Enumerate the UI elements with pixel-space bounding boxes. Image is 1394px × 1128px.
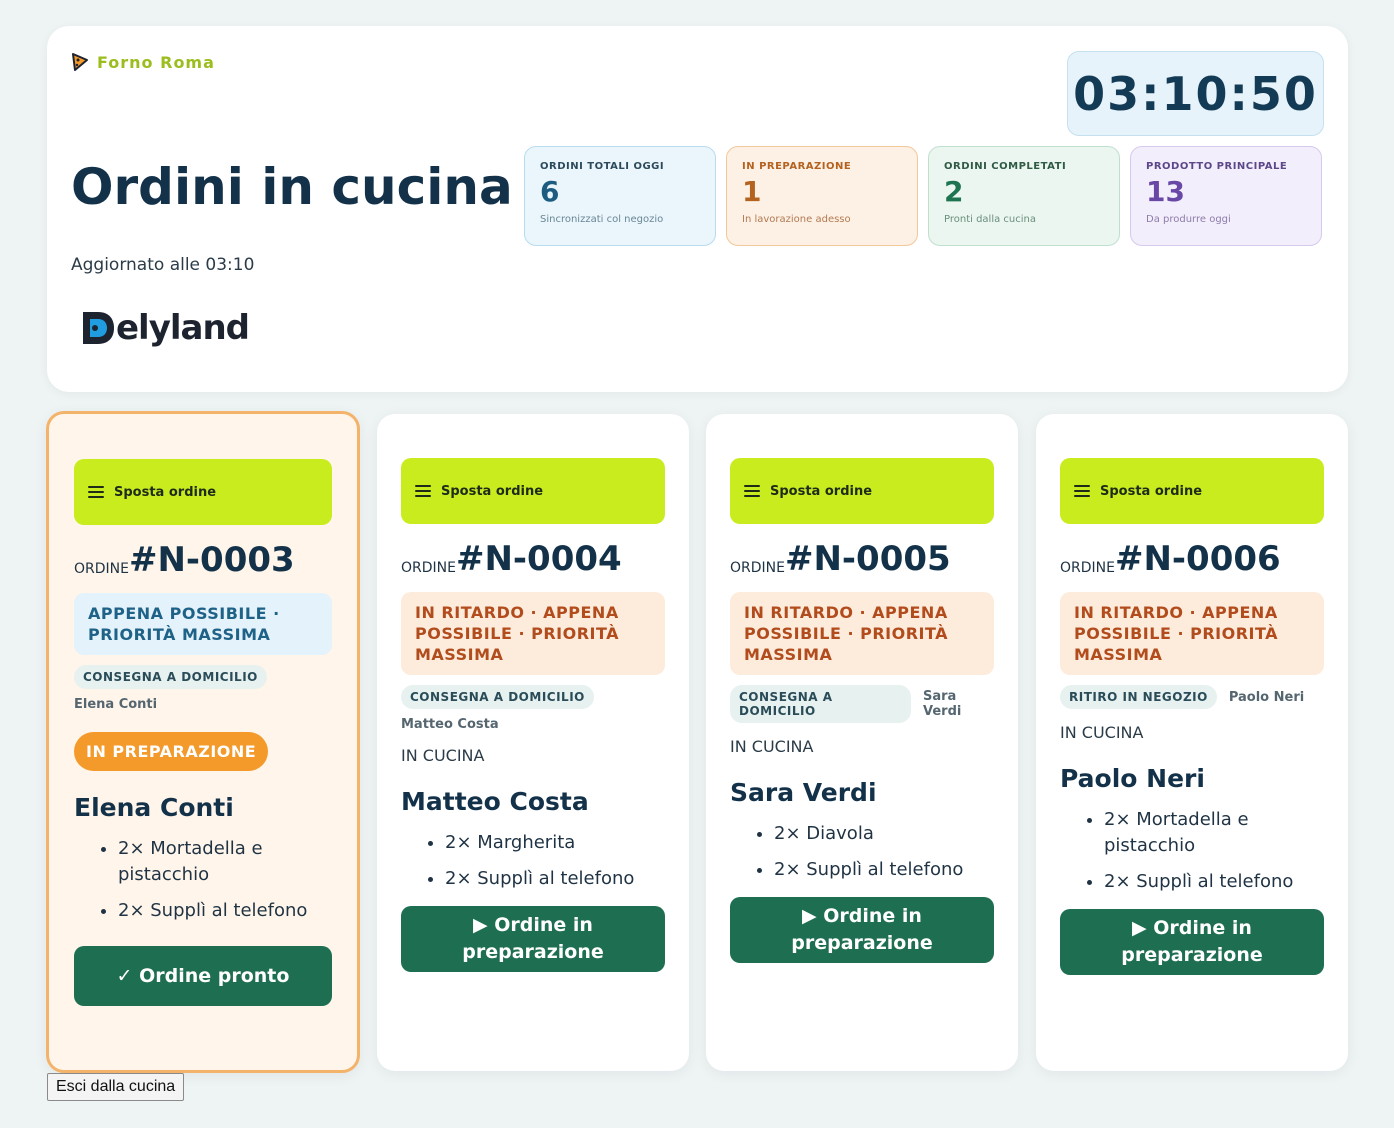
order-card-n0005: Sposta ordine ORDINE #N-0005 IN RITARDO … xyxy=(706,414,1018,1071)
move-order-button[interactable]: Sposta ordine xyxy=(74,459,332,525)
last-updated: Aggiornato alle 03:10 xyxy=(71,255,255,275)
list-item: 2× Supplì al telefono xyxy=(1104,869,1324,895)
stat-total-orders: ORDINI TOTALI OGGI 6 Sincronizzati col n… xyxy=(524,146,716,246)
list-item: 2× Supplì al telefono xyxy=(445,866,665,892)
list-item: 2× Supplì al telefono xyxy=(118,898,332,924)
priority-badge: APPENA POSSIBILE · PRIORITÀ MASSIMA xyxy=(74,593,332,655)
order-items: 2× Mortadella e pistacchio 2× Supplì al … xyxy=(74,836,332,924)
delivery-type-tag: RITIRO IN NEGOZIO xyxy=(1060,685,1217,709)
order-number: #N-0006 xyxy=(1114,539,1281,579)
status-badge: IN PREPARAZIONE xyxy=(74,732,269,771)
logo-text: elyland xyxy=(116,308,250,348)
order-number: #N-0004 xyxy=(455,539,622,579)
list-item: 2× Supplì al telefono xyxy=(774,857,994,883)
order-prefix: ORDINE xyxy=(1060,560,1115,576)
page-title: Ordini in cucina xyxy=(71,158,513,216)
brand-name: Forno Roma xyxy=(97,52,215,72)
delyland-logo: elyland xyxy=(80,308,250,348)
list-item: 2× Mortadella e pistacchio xyxy=(118,836,332,888)
order-number-line: ORDINE #N-0006 xyxy=(1060,540,1324,578)
pizza-slice-icon xyxy=(72,53,88,71)
tag-customer-name: Sara Verdi xyxy=(922,689,962,719)
order-number: #N-0005 xyxy=(784,539,951,579)
status-text: IN CUCINA xyxy=(401,746,485,765)
move-order-button[interactable]: Sposta ordine xyxy=(730,458,994,524)
order-tags: CONSEGNA A DOMICILIO xyxy=(74,665,332,689)
stat-label: ORDINI COMPLETATI xyxy=(944,161,1067,172)
status-text: IN CUCINA xyxy=(730,737,814,756)
start-preparation-button[interactable]: ▶ Ordine in preparazione xyxy=(401,906,665,972)
priority-badge: IN RITARDO · APPENA POSSIBILE · PRIORITÀ… xyxy=(401,592,665,675)
order-number: #N-0003 xyxy=(128,540,295,580)
order-card-n0003: Sposta ordine ORDINE #N-0003 APPENA POSS… xyxy=(46,411,360,1073)
drag-handle-icon xyxy=(744,485,760,497)
move-order-label: Sposta ordine xyxy=(770,483,873,499)
stat-subtext: Pronti dalla cucina xyxy=(944,214,1036,225)
drag-handle-icon xyxy=(1074,485,1090,497)
priority-badge: IN RITARDO · APPENA POSSIBILE · PRIORITÀ… xyxy=(730,592,994,675)
status-text: IN CUCINA xyxy=(1060,723,1144,742)
drag-handle-icon xyxy=(415,485,431,497)
order-tags: RITIRO IN NEGOZIO Paolo Neri xyxy=(1060,685,1324,709)
move-order-label: Sposta ordine xyxy=(441,483,544,499)
order-tags: CONSEGNA A DOMICILIO Sara Verdi xyxy=(730,685,994,723)
customer-name: Paolo Neri xyxy=(1060,764,1205,793)
stat-subtext: In lavorazione adesso xyxy=(742,214,851,225)
stat-value: 1 xyxy=(742,175,762,208)
stat-label: ORDINI TOTALI OGGI xyxy=(540,161,665,172)
priority-badge: IN RITARDO · APPENA POSSIBILE · PRIORITÀ… xyxy=(1060,592,1324,675)
stat-value: 6 xyxy=(540,175,560,208)
stat-value: 13 xyxy=(1146,175,1185,208)
move-order-button[interactable]: Sposta ordine xyxy=(1060,458,1324,524)
tag-customer-name: Paolo Neri xyxy=(1228,689,1305,705)
list-item: 2× Mortadella e pistacchio xyxy=(1104,807,1324,859)
order-number-line: ORDINE #N-0003 xyxy=(74,541,332,579)
delivery-type-tag: CONSEGNA A DOMICILIO xyxy=(401,685,594,709)
order-number-line: ORDINE #N-0005 xyxy=(730,540,994,578)
order-prefix: ORDINE xyxy=(401,560,456,576)
drag-handle-icon xyxy=(88,486,104,498)
clock: 03:10:50 xyxy=(1067,51,1324,136)
list-item: 2× Margherita xyxy=(445,830,665,856)
delivery-type-tag: CONSEGNA A DOMICILIO xyxy=(74,665,267,689)
order-prefix: ORDINE xyxy=(74,561,129,577)
stat-value: 2 xyxy=(944,175,964,208)
start-preparation-button[interactable]: ▶ Ordine in preparazione xyxy=(1060,909,1324,975)
order-ready-button[interactable]: ✓ Ordine pronto xyxy=(74,946,332,1006)
stat-label: IN PREPARAZIONE xyxy=(742,161,852,172)
brand: Forno Roma xyxy=(71,52,215,72)
order-card-n0004: Sposta ordine ORDINE #N-0004 IN RITARDO … xyxy=(377,414,689,1071)
customer-name: Sara Verdi xyxy=(730,778,877,807)
move-order-button[interactable]: Sposta ordine xyxy=(401,458,665,524)
tag-customer-name: Matteo Costa xyxy=(401,717,499,732)
customer-name: Matteo Costa xyxy=(401,787,589,816)
order-card-n0006: Sposta ordine ORDINE #N-0006 IN RITARDO … xyxy=(1036,414,1348,1071)
order-items: 2× Diavola 2× Supplì al telefono xyxy=(730,821,994,883)
order-items: 2× Mortadella e pistacchio 2× Supplì al … xyxy=(1060,807,1324,895)
move-order-label: Sposta ordine xyxy=(1100,483,1203,499)
order-prefix: ORDINE xyxy=(730,560,785,576)
stat-main-product: PRODOTTO PRINCIPALE 13 Da produrre oggi xyxy=(1130,146,1322,246)
list-item: 2× Diavola xyxy=(774,821,994,847)
stat-label: PRODOTTO PRINCIPALE xyxy=(1146,161,1288,172)
exit-kitchen-button[interactable]: Esci dalla cucina xyxy=(47,1073,185,1101)
stat-in-preparation: IN PREPARAZIONE 1 In lavorazione adesso xyxy=(726,146,918,246)
order-items: 2× Margherita 2× Supplì al telefono xyxy=(401,830,665,892)
start-preparation-button[interactable]: ▶ Ordine in preparazione xyxy=(730,897,994,963)
stat-subtext: Da produrre oggi xyxy=(1146,214,1231,225)
customer-name: Elena Conti xyxy=(74,793,234,822)
move-order-label: Sposta ordine xyxy=(114,484,217,500)
header-panel: Forno Roma Ordini in cucina Aggiornato a… xyxy=(47,26,1348,392)
order-number-line: ORDINE #N-0004 xyxy=(401,540,665,578)
delivery-type-tag: CONSEGNA A DOMICILIO xyxy=(730,685,911,723)
stat-subtext: Sincronizzati col negozio xyxy=(540,214,664,225)
tag-customer-name: Elena Conti xyxy=(74,697,158,712)
order-tags: CONSEGNA A DOMICILIO xyxy=(401,685,665,709)
stat-completed: ORDINI COMPLETATI 2 Pronti dalla cucina xyxy=(928,146,1120,246)
delyland-logo-mark-icon xyxy=(83,312,114,344)
